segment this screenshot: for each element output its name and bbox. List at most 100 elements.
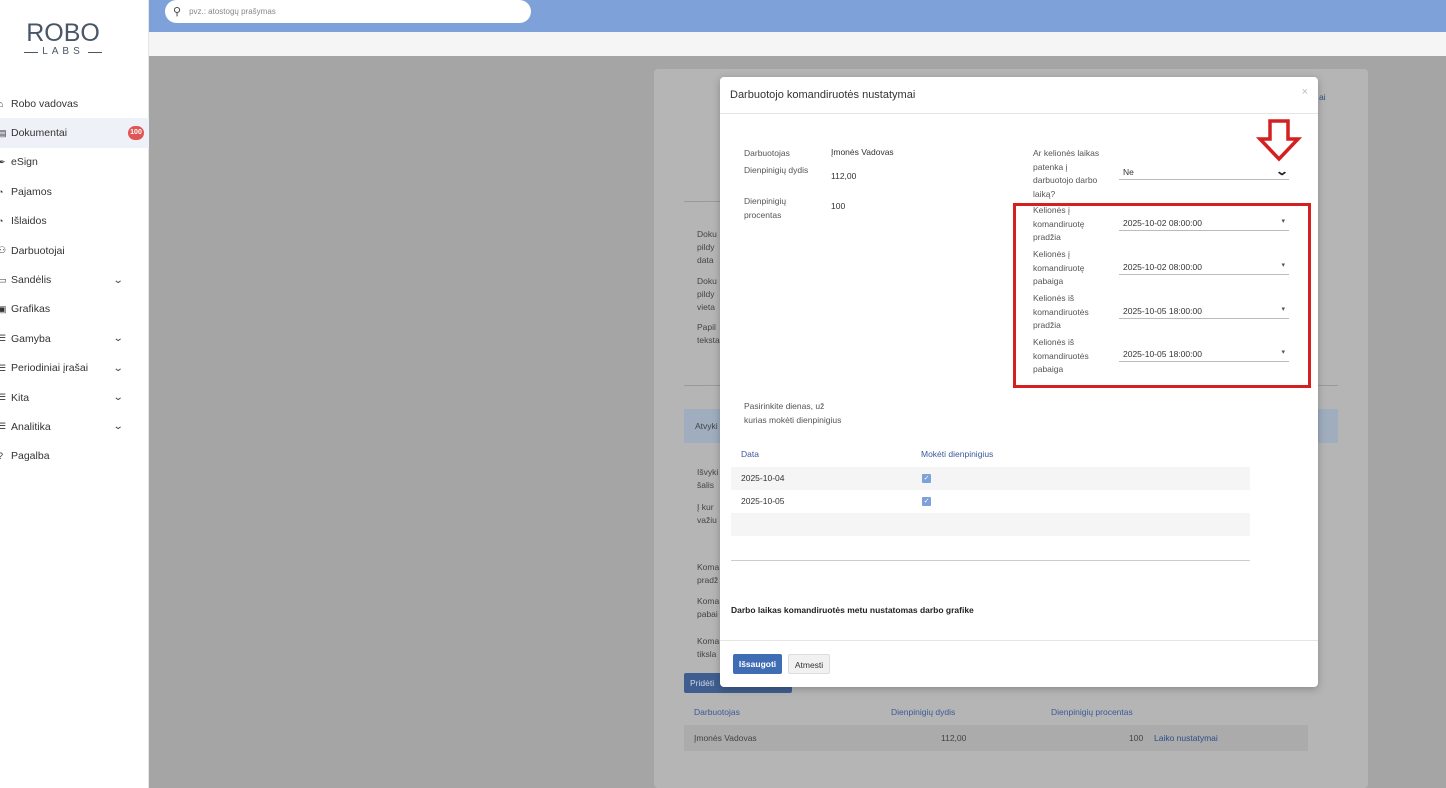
bg-text: Išvyki šalis bbox=[697, 467, 719, 490]
sidebar-item-kita[interactable]: ☰ Kita ⌄ bbox=[0, 383, 149, 412]
sidebar-item-label: Pagalba bbox=[11, 450, 50, 463]
logo-sub: LABS bbox=[20, 46, 106, 58]
bg-table-header: Dienpinigių dydis bbox=[891, 707, 956, 717]
calendar-icon: ▣ bbox=[0, 303, 7, 314]
sidebar-item-dokumentai[interactable]: ▤ Dokumentai 100 bbox=[0, 118, 149, 148]
list-icon: ☰ bbox=[0, 333, 7, 344]
modal-header: Darbuotojo komandiruotės nustatymai × bbox=[720, 77, 1318, 114]
time-settings-link[interactable]: Laiko nustatymai bbox=[1154, 732, 1218, 745]
bg-text: Papil teksta bbox=[697, 322, 720, 345]
allowance-percent-label: Dienpinigių procentas bbox=[744, 196, 787, 220]
home-icon: ⌂ bbox=[0, 98, 4, 109]
bg-link[interactable]: ai bbox=[1319, 91, 1326, 104]
allowance-size-label: Dienpinigių dydis bbox=[744, 165, 809, 175]
bg-divider bbox=[684, 201, 724, 202]
sidebar-item-label: Pajamos bbox=[11, 185, 52, 198]
sidebar-item-label: eSign bbox=[11, 156, 38, 169]
list-icon: ☰ bbox=[0, 362, 7, 373]
sidebar: ROBO LABS ⌂ Robo vadovas ▤ Dokumentai 100 ✒… bbox=[0, 0, 149, 788]
employee-label: Darbuotojas bbox=[744, 148, 790, 158]
warehouse-icon: ▭ bbox=[0, 274, 7, 285]
chevron-down-icon: ⌄ bbox=[112, 392, 124, 404]
chevron-down-icon: ⌄ bbox=[112, 333, 124, 345]
bg-table-header: Darbuotojas bbox=[694, 707, 740, 717]
allowance-size-value: 112,00 bbox=[831, 171, 857, 181]
sidebar-item-label: Kita bbox=[11, 391, 30, 404]
logo-sub-text: LABS bbox=[42, 46, 84, 57]
pay-checkbox[interactable]: ✓ bbox=[922, 497, 931, 506]
sidebar-item-label: Gamyba bbox=[11, 332, 51, 345]
sidebar-item-analitika[interactable]: ☰ Analitika ⌄ bbox=[0, 412, 149, 441]
table-row-empty bbox=[731, 513, 1250, 536]
allowance-percent-value: 100 bbox=[831, 201, 846, 211]
search-box[interactable]: ⚲ pvz.: atostogų prašymas bbox=[165, 0, 531, 23]
work-time-note: Darbo laikas komandiruotės metu nustatom… bbox=[731, 605, 974, 615]
modal-title: Darbuotojo komandiruotės nustatymai bbox=[730, 89, 916, 101]
bg-cell: 112,00 bbox=[941, 733, 967, 743]
sidebar-item-label: Išlaidos bbox=[11, 215, 47, 228]
save-button[interactable]: Išsaugoti bbox=[733, 654, 782, 674]
employee-value: Įmonės Vadovas bbox=[831, 147, 894, 157]
bg-cell: 100 bbox=[1129, 733, 1144, 743]
pen-icon: ✒ bbox=[0, 156, 6, 167]
logo-main-text: ROBO bbox=[26, 19, 100, 47]
modal-footer-divider bbox=[720, 640, 1318, 641]
highlight-box bbox=[1013, 203, 1311, 388]
sidebar-nav: ⌂ Robo vadovas ▤ Dokumentai 100 ✒ eSign ◔ Paj… bbox=[0, 89, 149, 471]
list-icon: ☰ bbox=[0, 421, 7, 432]
bg-text: Atvyki bbox=[695, 421, 718, 431]
chevron-down-icon: ⌄ bbox=[112, 421, 124, 433]
sidebar-item-label: Grafikas bbox=[11, 303, 51, 316]
people-icon: ⚇ bbox=[0, 245, 7, 256]
day-date: 2025-10-04 bbox=[741, 473, 785, 483]
divider bbox=[731, 560, 1250, 561]
expense-icon: ◔ bbox=[0, 216, 4, 227]
chevron-down-icon: ⌄ bbox=[112, 274, 124, 286]
pay-checkbox[interactable]: ✓ bbox=[922, 474, 931, 483]
chevron-down-icon: ⌄ bbox=[1274, 164, 1290, 178]
sidebar-item-sandelis[interactable]: ▭ Sandėlis ⌄ bbox=[0, 265, 149, 294]
sub-bar bbox=[149, 32, 1446, 56]
sidebar-item-label: Analitika bbox=[11, 420, 51, 433]
chevron-down-icon: ⌄ bbox=[112, 362, 124, 374]
income-icon: ◔ bbox=[0, 186, 4, 197]
sidebar-item-robo-vadovas[interactable]: ⌂ Robo vadovas bbox=[0, 89, 149, 118]
days-table-header-date: Data bbox=[741, 449, 759, 459]
sidebar-item-label: Sandėlis bbox=[11, 274, 52, 287]
bg-cell: Įmonės Vadovas bbox=[694, 733, 757, 743]
close-icon[interactable]: × bbox=[1302, 86, 1308, 98]
robolabs-logo[interactable]: ROBO LABS bbox=[20, 20, 106, 64]
sidebar-item-label: Robo vadovas bbox=[11, 97, 79, 110]
bg-text: Koma pabai bbox=[697, 596, 720, 619]
bg-text: Koma pradž bbox=[697, 562, 720, 585]
sidebar-item-islaidos[interactable]: ◔ Išlaidos bbox=[0, 207, 149, 236]
search-icon: ⚲ bbox=[173, 6, 182, 18]
table-row: 2025-10-05 ✓ bbox=[731, 490, 1250, 513]
search-input[interactable]: pvz.: atostogų prašymas bbox=[189, 7, 276, 16]
bg-text: Į kur važiu bbox=[697, 502, 717, 525]
cancel-button[interactable]: Atmesti bbox=[788, 654, 830, 674]
sidebar-item-gamyba[interactable]: ☰ Gamyba ⌄ bbox=[0, 324, 149, 353]
sidebar-item-grafikas[interactable]: ▣ Grafikas bbox=[0, 295, 149, 324]
days-table-header-pay: Mokėti dienpinigius bbox=[921, 449, 994, 459]
bg-text: Koma tiksla bbox=[697, 636, 720, 659]
help-icon: ? bbox=[0, 451, 10, 461]
travel-time-value: Ne bbox=[1123, 167, 1134, 177]
travel-time-question: Ar kelionės laikas patenka į darbuotojo … bbox=[1033, 148, 1100, 199]
arrow-down-icon bbox=[1256, 119, 1302, 162]
document-icon: ▤ bbox=[0, 127, 7, 138]
sidebar-item-periodiniai-irasai[interactable]: ☰ Periodiniai įrašai ⌄ bbox=[0, 354, 149, 383]
top-bar: ⚲ pvz.: atostogų prašymas bbox=[149, 0, 1446, 32]
day-date: 2025-10-05 bbox=[741, 496, 785, 506]
days-prompt: Pasirinkite dienas, už kurias mokėti die… bbox=[744, 401, 842, 425]
sidebar-item-pajamos[interactable]: ◔ Pajamos bbox=[0, 177, 149, 206]
travel-time-select[interactable]: Ne ⌄ bbox=[1119, 163, 1289, 180]
sidebar-item-esign[interactable]: ✒ eSign bbox=[0, 148, 149, 177]
list-icon: ☰ bbox=[0, 392, 7, 403]
sidebar-item-darbuotojai[interactable]: ⚇ Darbuotojai bbox=[0, 236, 149, 265]
bg-text: Doku pildy vieta bbox=[697, 276, 717, 312]
sidebar-item-pagalba[interactable]: ?Pagalba bbox=[0, 442, 149, 471]
notification-badge: 100 bbox=[128, 126, 144, 141]
bg-text: Doku pildy data bbox=[697, 229, 717, 265]
table-row: 2025-10-04 ✓ bbox=[731, 467, 1250, 490]
